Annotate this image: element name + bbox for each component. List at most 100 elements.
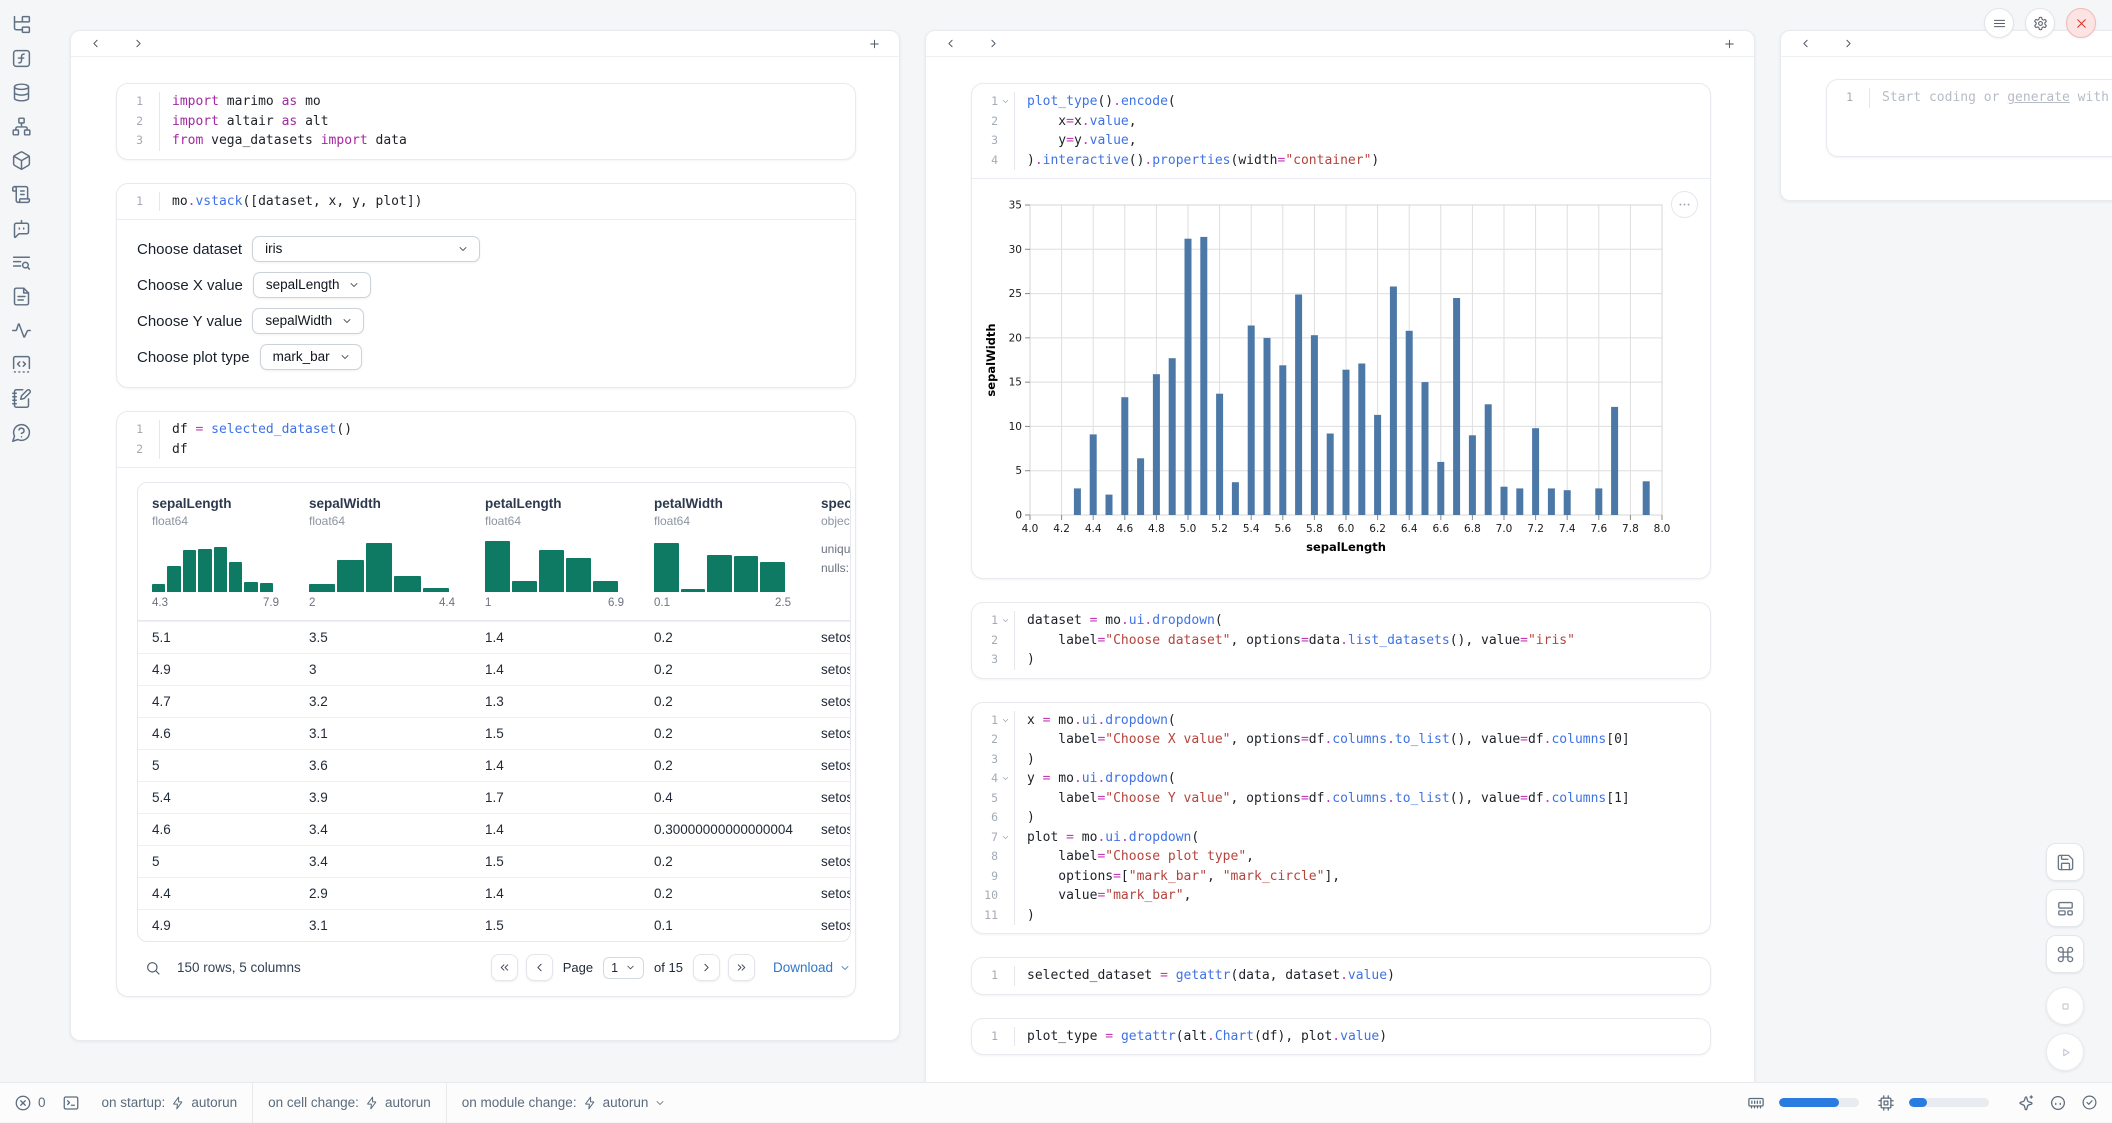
dataset-select[interactable]: iris bbox=[252, 236, 480, 262]
sidebar-text-search-button[interactable] bbox=[11, 252, 32, 273]
table-cell: 1.4 bbox=[471, 654, 640, 685]
table-header-sepalLength[interactable]: sepalLengthfloat644.37.9 bbox=[138, 483, 295, 620]
y-value-select[interactable]: sepalWidth bbox=[252, 308, 364, 334]
download-button[interactable]: Download bbox=[773, 960, 851, 975]
sidebar-logs-scroll-button[interactable] bbox=[11, 184, 32, 205]
previous-page-button[interactable] bbox=[526, 954, 553, 981]
svg-text:5.2: 5.2 bbox=[1211, 523, 1228, 535]
code-line: 2import altair as alt bbox=[117, 112, 843, 132]
chevrons-left-icon bbox=[498, 961, 511, 974]
code-line: 4y = mo.ui.dropdown( bbox=[972, 769, 1698, 789]
on-cell-change-config[interactable]: on cell change: autorun bbox=[268, 1095, 431, 1110]
sidebar-dependency-graph-button[interactable] bbox=[11, 116, 32, 137]
column-forward-button[interactable] bbox=[1842, 37, 1855, 50]
terminal-button[interactable] bbox=[62, 1094, 80, 1112]
ai-sparkles-icon[interactable] bbox=[2017, 1094, 2035, 1112]
keyboard-shortcuts-button[interactable] bbox=[2046, 935, 2084, 973]
sidebar-code-square-button[interactable] bbox=[11, 354, 32, 375]
svg-text:sepalWidth: sepalWidth bbox=[984, 323, 998, 396]
cell-editor[interactable]: 1x = mo.ui.dropdown(2 label="Choose X va… bbox=[972, 703, 1710, 934]
save-button[interactable] bbox=[2046, 843, 2084, 881]
next-page-button[interactable] bbox=[693, 954, 720, 981]
copilot-icon[interactable] bbox=[2049, 1094, 2067, 1112]
on-startup-config[interactable]: on startup: autorun bbox=[102, 1095, 238, 1110]
table-cell: setosa bbox=[807, 654, 851, 685]
column-name: species bbox=[821, 496, 851, 511]
on-module-change-config[interactable]: on module change: autorun bbox=[462, 1095, 667, 1110]
sidebar-package-box-button[interactable] bbox=[11, 150, 32, 171]
table-cell: 1.5 bbox=[471, 846, 640, 877]
gutter-spacer bbox=[143, 131, 157, 151]
cell-editor[interactable]: 1mo.vstack([dataset, x, y, plot]) bbox=[117, 184, 855, 220]
cpu-icon bbox=[1877, 1094, 1895, 1112]
fold-chevron-icon[interactable] bbox=[998, 711, 1012, 731]
sidebar-database-button[interactable] bbox=[11, 82, 32, 103]
sidebar-help-circle-button[interactable] bbox=[11, 422, 32, 443]
page-select[interactable]: 1 bbox=[603, 957, 644, 979]
errors-button[interactable]: 0 bbox=[14, 1094, 46, 1112]
fold-chevron-icon[interactable] bbox=[998, 828, 1012, 848]
cell-editor[interactable]: 1selected_dataset = getattr(data, datase… bbox=[972, 958, 1710, 994]
table-cell: 3.6 bbox=[295, 750, 471, 781]
ellipsis-icon bbox=[1677, 197, 1692, 212]
add-column-button[interactable] bbox=[868, 37, 881, 50]
plot-type-select[interactable]: mark_bar bbox=[260, 344, 362, 370]
stop-button[interactable] bbox=[2046, 987, 2084, 1025]
cell-editor[interactable]: 1Start coding or generate with AI bbox=[1827, 80, 2112, 156]
first-page-button[interactable] bbox=[491, 954, 518, 981]
table-cell: setosa bbox=[807, 846, 851, 877]
chart-actions-button[interactable] bbox=[1671, 191, 1698, 218]
table-header-petalLength[interactable]: petalLengthfloat6416.9 bbox=[471, 483, 640, 620]
code-text: ) bbox=[1014, 750, 1035, 770]
sidebar-tracing-activity-button[interactable] bbox=[11, 320, 32, 341]
svg-text:25: 25 bbox=[1009, 288, 1022, 300]
connection-status-icon[interactable] bbox=[2081, 1094, 2098, 1111]
sidebar-function-square-button[interactable] bbox=[11, 48, 32, 69]
cell-output: Choose datasetirisChoose X valuesepalLen… bbox=[117, 219, 855, 387]
window-controls bbox=[1984, 8, 2096, 38]
cell-editor[interactable]: 1dataset = mo.ui.dropdown(2 label="Choos… bbox=[972, 603, 1710, 678]
sidebar-file-tree-button[interactable] bbox=[11, 14, 32, 35]
sidebar-ai-chat-button[interactable] bbox=[11, 218, 32, 239]
notebook-column-3: 1Start coding or generate with AI bbox=[1780, 30, 2112, 201]
table-header-sepalWidth[interactable]: sepalWidthfloat6424.4 bbox=[295, 483, 471, 620]
cell-editor[interactable]: 1plot_type().encode(2 x=x.value,3 y=y.va… bbox=[972, 84, 1710, 178]
column-back-button[interactable] bbox=[89, 37, 102, 50]
histogram-bar bbox=[734, 556, 759, 592]
table-cell: 4.6 bbox=[138, 718, 295, 749]
column-forward-button[interactable] bbox=[132, 37, 145, 50]
sepal-bar-chart[interactable]: 4.04.24.44.64.85.05.25.45.65.86.06.26.46… bbox=[984, 193, 1674, 565]
gutter-spacer bbox=[998, 867, 1012, 887]
fold-chevron-icon[interactable] bbox=[998, 92, 1012, 112]
x-value-select[interactable]: sepalLength bbox=[253, 272, 372, 298]
column-forward-button[interactable] bbox=[987, 37, 1000, 50]
shutdown-button[interactable] bbox=[2066, 8, 2096, 38]
fold-chevron-icon[interactable] bbox=[998, 769, 1012, 789]
plot-type-control: Choose plot typemark_bar bbox=[137, 342, 835, 372]
line-number: 3 bbox=[972, 650, 998, 670]
sidebar-notebook-pen-button[interactable] bbox=[11, 388, 32, 409]
cell-editor[interactable]: 1plot_type = getattr(alt.Chart(df), plot… bbox=[972, 1019, 1710, 1055]
notebook-cell-vstack: 1mo.vstack([dataset, x, y, plot])Choose … bbox=[116, 183, 856, 389]
code-line: 1x = mo.ui.dropdown( bbox=[972, 711, 1698, 731]
cell-editor[interactable]: 1df = selected_dataset()2df bbox=[117, 412, 855, 467]
settings-button[interactable] bbox=[2025, 8, 2055, 38]
cell-editor[interactable]: 1import marimo as mo2import altair as al… bbox=[117, 84, 855, 159]
svg-text:7.2: 7.2 bbox=[1527, 523, 1544, 535]
layout-button[interactable] bbox=[2046, 889, 2084, 927]
table-header-petalWidth[interactable]: petalWidthfloat640.12.5 bbox=[640, 483, 807, 620]
menu-button[interactable] bbox=[1984, 8, 2014, 38]
column-back-button[interactable] bbox=[944, 37, 957, 50]
table-cell: setosa bbox=[807, 782, 851, 813]
line-number: 1 bbox=[972, 92, 998, 112]
column-back-button[interactable] bbox=[1799, 37, 1812, 50]
table-header-species[interactable]: speciesobjectunique:nulls: bbox=[807, 483, 851, 620]
sidebar-snippets-file-button[interactable] bbox=[11, 286, 32, 307]
fold-chevron-icon[interactable] bbox=[998, 611, 1012, 631]
add-column-button[interactable] bbox=[1723, 37, 1736, 50]
circle-x-icon bbox=[14, 1094, 32, 1112]
run-all-button[interactable] bbox=[2046, 1033, 2084, 1071]
last-page-button[interactable] bbox=[728, 954, 755, 981]
search-icon[interactable] bbox=[145, 960, 161, 976]
on-startup-label: on startup: bbox=[102, 1095, 166, 1110]
